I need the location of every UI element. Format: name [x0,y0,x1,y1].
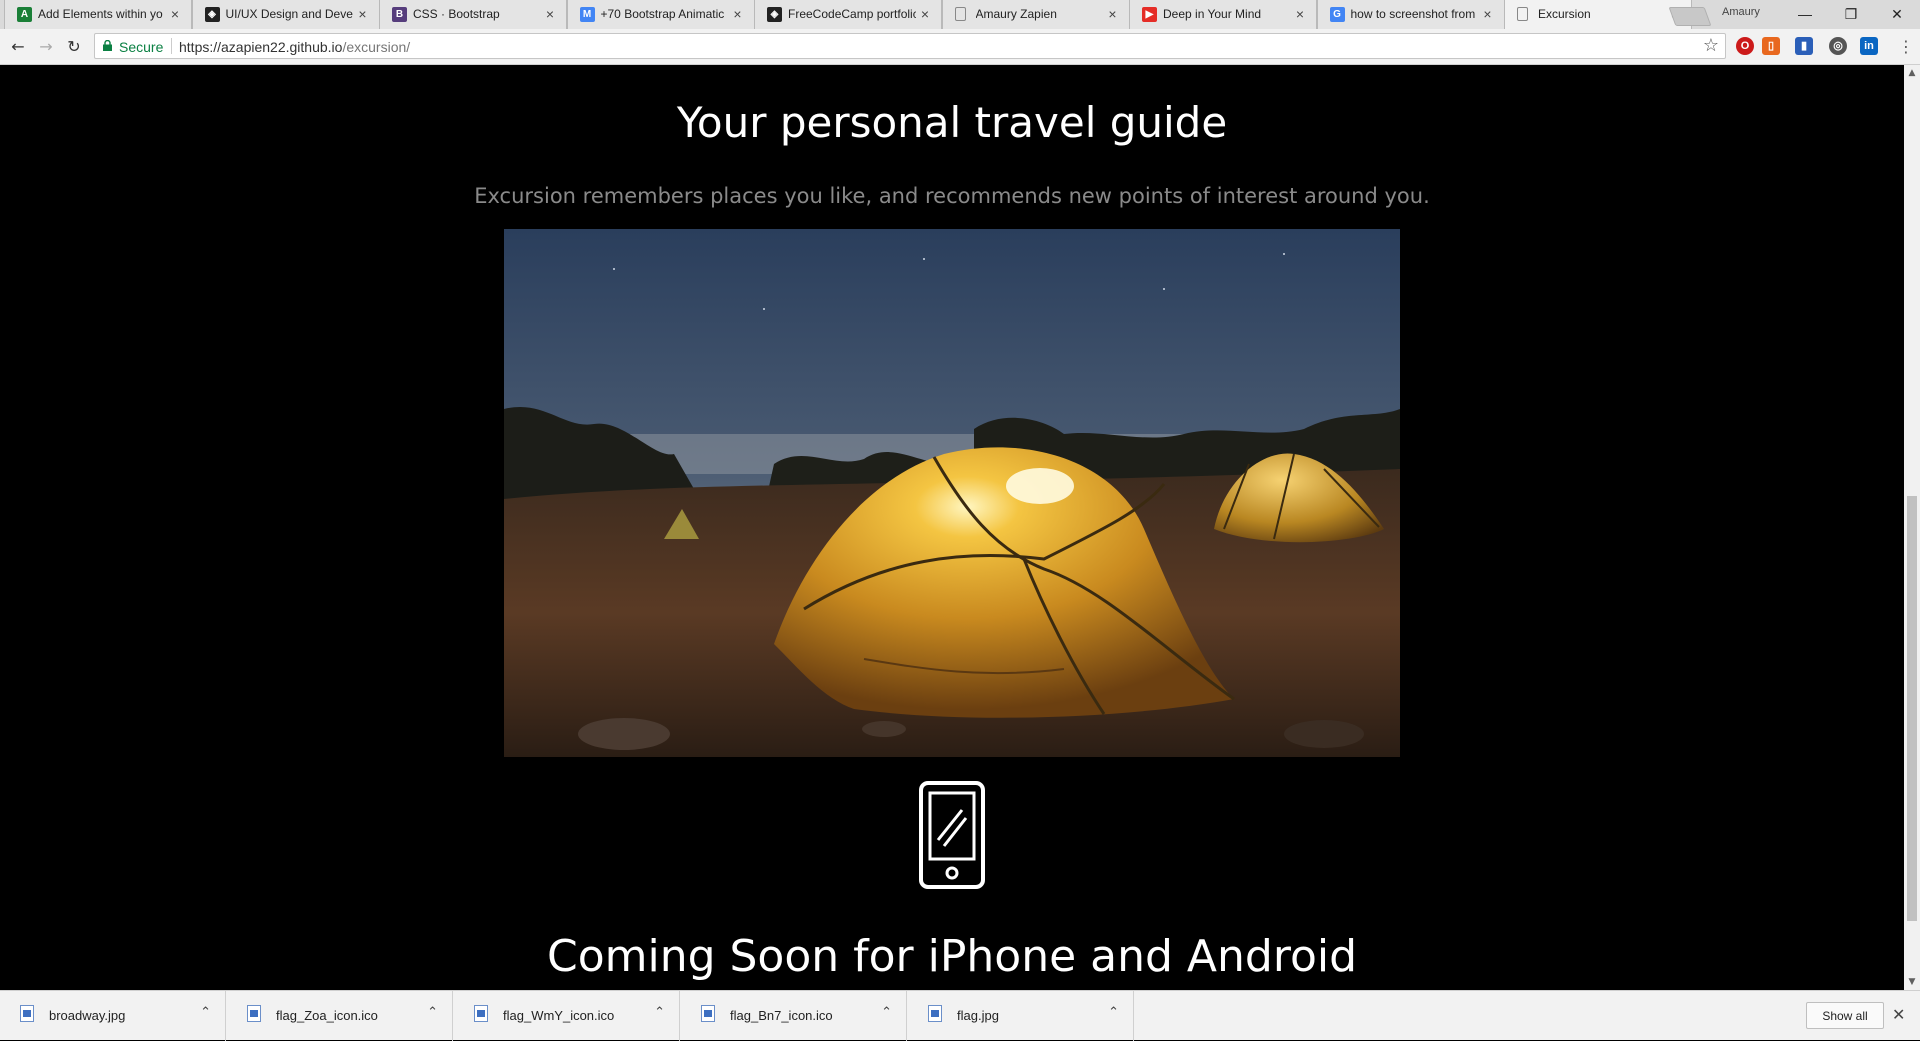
sync-extension-icon[interactable]: ◎ [1829,37,1847,55]
page-headline: Your personal travel guide [676,98,1228,147]
mdb-icon: M [579,7,595,22]
scroll-thumb[interactable] [1907,496,1917,921]
window-close-button[interactable]: ✕ [1874,0,1920,29]
scroll-up-arrow-icon[interactable]: ▲ [1904,65,1920,81]
tab-title: Add Elements within yo [38,7,163,21]
tab-title: Deep in Your Mind [1163,7,1262,21]
tab-title: how to screenshot from [1350,7,1476,21]
tab-close-icon[interactable]: × [1293,6,1307,22]
browser-tab[interactable]: B CSS · Bootstrap × [379,0,567,29]
tab-close-icon[interactable]: × [356,6,370,22]
office-extension-icon[interactable]: ▯ [1762,37,1780,55]
browser-tab[interactable]: ◈ UI/UX Design and Deve × [191,0,380,29]
download-item[interactable]: broadway.jpg ⌃ [0,991,226,1041]
image-file-icon [20,1005,34,1022]
page-scrollbar[interactable]: ▲ ▼ [1904,65,1920,990]
codepen-icon: ◈ [767,7,782,22]
tab-close-icon[interactable]: × [543,6,557,22]
secure-label: Secure [119,39,164,55]
address-bar[interactable]: Secure https://azapien22.github.io/excur… [94,33,1726,59]
lock-icon [103,40,112,51]
download-filename: flag.jpg [957,1008,999,1023]
chevron-up-icon[interactable]: ⌃ [427,1005,438,1020]
tab-title: Excursion [1538,7,1591,21]
tab-title: UI/UX Design and Deve [225,7,353,21]
bookmark-extension-icon[interactable]: ▮ [1795,37,1813,55]
bootstrap-icon: B [392,7,407,22]
green-spreadsheet-icon: A [17,7,32,22]
url-text[interactable]: https://azapien22.github.io/excursion/ [179,39,410,55]
tab-close-icon[interactable]: × [168,6,182,22]
profile-name[interactable]: Amaury [1722,6,1760,18]
smartphone-icon [919,781,985,889]
download-item[interactable]: flag_WmY_icon.ico ⌃ [454,991,680,1041]
back-arrow-icon[interactable]: ← [8,37,28,57]
download-shelf: broadway.jpg ⌃ flag_Zoa_icon.ico ⌃ flag_WmY_… [0,990,1920,1041]
tab-close-icon[interactable]: × [1481,6,1495,22]
url-host: https://azapien22.github.io [179,39,343,55]
page-icon [954,7,966,21]
chevron-up-icon[interactable]: ⌃ [654,1005,665,1020]
tab-close-icon[interactable]: × [1106,6,1120,22]
download-item[interactable]: flag_Zoa_icon.ico ⌃ [227,991,453,1041]
night-camping-tents-photo [504,229,1400,757]
opera-extension-icon[interactable]: O [1736,37,1754,55]
browser-tab[interactable]: M +70 Bootstrap Animatic × [566,0,755,29]
tab-title: Amaury Zapien [975,7,1057,21]
google-icon: G [1329,7,1345,22]
codepen-icon: ◈ [204,7,220,22]
download-filename: flag_Zoa_icon.ico [276,1008,378,1023]
tab-close-icon[interactable]: × [918,6,932,22]
bookmark-star-icon[interactable]: ☆ [1703,36,1719,56]
forward-arrow-icon[interactable]: → [36,37,56,57]
tab-title: +70 Bootstrap Animatic [600,7,725,21]
tab-title: CSS · Bootstrap [413,7,500,21]
tab-strip: A Add Elements within yo × ◈ UI/UX Design an… [0,0,1920,29]
reload-icon[interactable]: ↻ [64,37,84,57]
address-separator [171,38,172,54]
image-file-icon [928,1005,942,1022]
show-all-downloads-button[interactable]: Show all [1806,1002,1884,1029]
download-filename: flag_Bn7_icon.ico [730,1008,833,1023]
chevron-up-icon[interactable]: ⌃ [1108,1005,1119,1020]
page-icon [1517,7,1528,21]
linkedin-extension-icon[interactable]: in [1860,37,1878,55]
browser-tab[interactable]: Ghow to screenshot from × [1316,0,1505,29]
chevron-up-icon[interactable]: ⌃ [881,1005,892,1020]
download-item[interactable]: flag_Bn7_icon.ico ⌃ [681,991,907,1041]
browser-tab[interactable]: A Add Elements within yo × [4,0,192,29]
page-subheadline: Excursion remembers places you like, and… [474,184,1430,208]
download-filename: broadway.jpg [49,1008,126,1023]
page-content: Your personal travel guide Excursion rem… [0,65,1904,990]
youtube-icon: ▶ [1142,7,1157,22]
download-filename: flag_WmY_icon.ico [503,1008,615,1023]
image-file-icon [701,1005,715,1022]
close-download-shelf-icon[interactable]: ✕ [1892,1005,1905,1025]
browser-toolbar: ← → ↻ Secure https://azapien22.github.io… [0,29,1920,65]
browser-tab[interactable]: ▶ Deep in Your Mind × [1129,0,1317,29]
coming-soon-heading: Coming Soon for iPhone and Android [546,931,1358,982]
minimize-button[interactable]: — [1782,0,1828,29]
image-file-icon [474,1005,488,1022]
new-tab-button[interactable] [1668,7,1712,26]
scroll-down-arrow-icon[interactable]: ▼ [1904,974,1920,990]
browser-tab[interactable]: Amaury Zapien × [941,0,1130,29]
chevron-up-icon[interactable]: ⌃ [200,1005,211,1020]
download-item[interactable]: flag.jpg ⌃ [908,991,1134,1041]
browser-tab[interactable]: Excursion× [1504,0,1692,29]
browser-menu-icon[interactable]: ⋮ [1898,37,1914,57]
url-path: /excursion/ [342,39,411,55]
tab-title: FreeCodeCamp portfolic [788,7,916,21]
restore-button[interactable]: ❐ [1828,0,1874,29]
image-file-icon [247,1005,261,1022]
tab-close-icon[interactable]: × [731,6,745,22]
browser-tab[interactable]: ◈ FreeCodeCamp portfolic × [754,0,942,29]
